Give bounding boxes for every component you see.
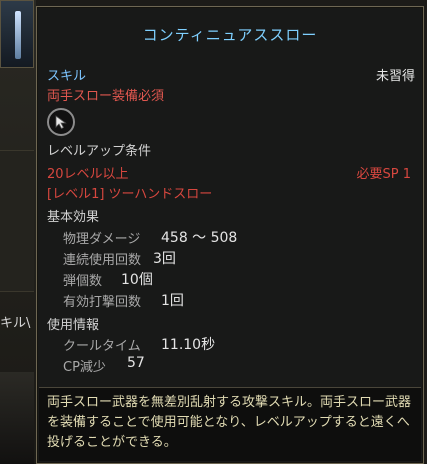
background-panel (0, 150, 34, 292)
skill-type: スキル (47, 69, 87, 84)
phys-damage-label: 物理ダメージ (63, 232, 141, 247)
level-requirement: 20レベル以上 (47, 167, 129, 182)
background-bottom-panel (0, 372, 34, 464)
phys-damage-value: 458 ～ 508 (161, 230, 238, 246)
sp-requirement: 必要SP 1 (356, 167, 412, 182)
prerequisite-skill: [レベル1] ツーハンドスロー (47, 187, 213, 202)
weapon-requirement: 両手スロー装備必須 (47, 89, 165, 104)
effective-hits-value: 1回 (161, 293, 184, 309)
skill-tooltip: コンティニュアススロー スキル 未習得 両手スロー装備必須 レベルアップ条件 2… (36, 6, 424, 464)
levelup-condition-header: レベルアップ条件 (47, 144, 152, 159)
projectile-count-label: 弾個数 (63, 274, 103, 289)
learn-status: 未習得 (375, 69, 415, 84)
skill-name: コンティニュアススロー (142, 26, 318, 44)
sword-icon (15, 11, 21, 59)
divider (39, 387, 421, 388)
background-skill-label: キル\ (0, 316, 31, 331)
projectile-count-value: 10個 (121, 272, 153, 288)
consecutive-uses-value: 3回 (153, 251, 176, 267)
basic-effect-header: 基本効果 (47, 210, 100, 225)
weapon-slot[interactable] (0, 0, 34, 68)
cp-cost-label: CP減少 (63, 360, 106, 375)
skill-description: 両手スロー武器を無差別乱射する攻撃スキル。両手スロー武器を装備することで使用可能… (47, 395, 412, 450)
cooldown-value: 11.10秒 (161, 337, 216, 353)
cp-cost-value: 57 (127, 355, 145, 371)
usage-info-header: 使用情報 (47, 318, 100, 333)
effective-hits-label: 有効打撃回数 (63, 295, 142, 310)
cooldown-label: クールタイム (63, 339, 141, 354)
consecutive-uses-label: 連続使用回数 (63, 253, 142, 268)
arrow-cursor-icon (47, 108, 75, 136)
